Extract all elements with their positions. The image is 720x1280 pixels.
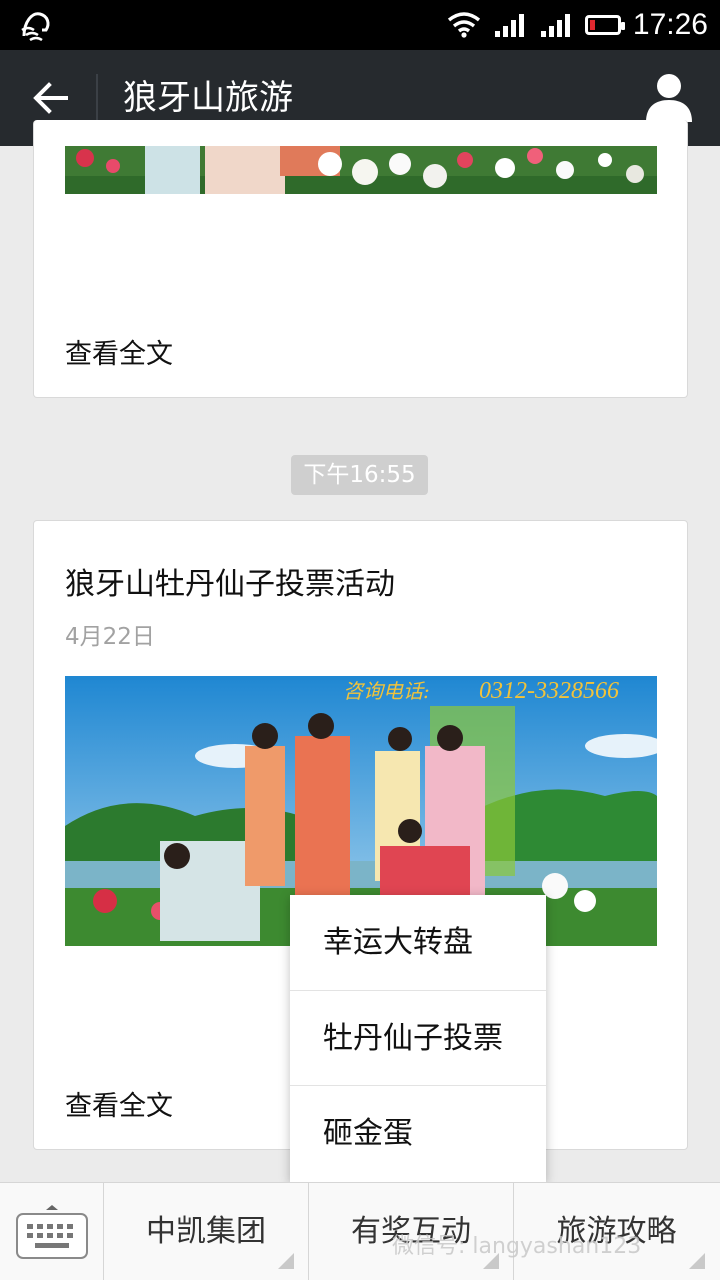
status-bar: 17:26 xyxy=(0,0,720,50)
menu-tab-zhongkai-group[interactable]: 中凯集团 xyxy=(104,1183,309,1280)
message-timestamp: 下午16:55 xyxy=(291,455,428,495)
menu-item-golden-egg[interactable]: 砸金蛋 xyxy=(290,1086,546,1182)
keyboard-toggle-button[interactable] xyxy=(0,1183,104,1280)
watermark: 微信号: langyashan123 xyxy=(392,1234,642,1259)
sub-menu-popup: 幸运大转盘 牡丹仙子投票 砸金蛋 xyxy=(290,895,546,1182)
image-caption-text: 咨询电话: xyxy=(343,679,430,703)
article-card-1[interactable]: 查看全文 xyxy=(33,120,688,398)
menu-item-lucky-wheel[interactable]: 幸运大转盘 xyxy=(290,895,546,991)
menu-item-peony-vote[interactable]: 牡丹仙子投票 xyxy=(290,991,546,1087)
menu-tab-label: 中凯集团 xyxy=(146,1214,266,1249)
article-title[interactable]: 狼牙山牡丹仙子投票活动 xyxy=(65,559,395,603)
header-divider xyxy=(96,74,98,122)
image-phone-number: 0312-3328566 xyxy=(479,678,619,704)
submenu-indicator-icon xyxy=(689,1253,705,1269)
signal-icon xyxy=(494,14,524,37)
wifi-icon xyxy=(447,12,481,38)
article-image-1 xyxy=(65,146,657,194)
profile-icon[interactable] xyxy=(644,72,694,124)
article-date: 4月22日 xyxy=(65,624,155,650)
signal-icon-2 xyxy=(540,14,570,37)
read-more-link[interactable]: 查看全文 xyxy=(65,332,173,371)
read-more-link[interactable]: 查看全文 xyxy=(65,1084,173,1123)
back-button[interactable] xyxy=(20,68,80,128)
keyboard-icon xyxy=(15,1205,88,1259)
battery-icon xyxy=(584,15,625,35)
clock: 17:26 xyxy=(632,8,708,41)
back-arrow-icon xyxy=(33,82,68,114)
submenu-indicator-icon xyxy=(278,1253,294,1269)
notification-icon xyxy=(21,12,50,42)
